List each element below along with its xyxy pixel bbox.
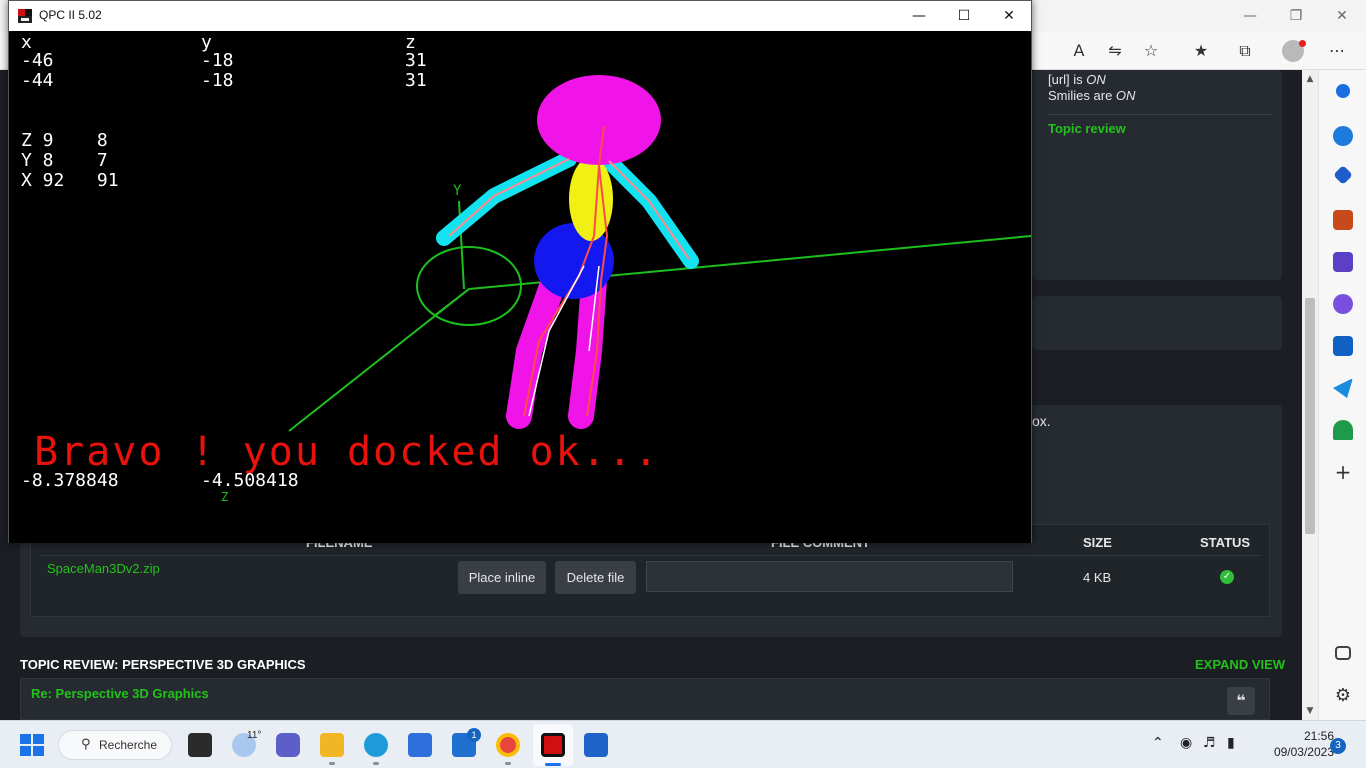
qpc-titlebar[interactable]: QPC II 5.02 — ☐ ✕: [9, 1, 1031, 31]
file-explorer-icon[interactable]: [320, 733, 344, 757]
scroll-thumb[interactable]: [1305, 298, 1315, 534]
edge-running-indicator: [373, 762, 379, 765]
coord-value-2: -4.508418: [201, 470, 299, 491]
search-icon: ⚲: [81, 737, 91, 752]
quote-button[interactable]: ❝: [1227, 687, 1255, 715]
orbit-spoke: [433, 288, 470, 317]
notification-badge[interactable]: 3: [1330, 738, 1346, 754]
notepad-icon[interactable]: [584, 733, 608, 757]
url-status: [url] is ON: [1048, 72, 1106, 87]
right-arm: [601, 153, 699, 269]
chrome-running-indicator: [505, 762, 511, 765]
task-view-icon[interactable]: [188, 733, 212, 757]
smilies-status: Smilies are ON: [1048, 88, 1136, 103]
send-icon[interactable]: [1333, 378, 1353, 398]
side-panel: [1032, 296, 1282, 350]
table-divider: [39, 555, 1261, 556]
clock-time[interactable]: 21:56: [1290, 729, 1334, 743]
review-post: Re: Perspective 3D Graphics ❝: [20, 678, 1270, 720]
store-icon[interactable]: [408, 733, 432, 757]
shopping-tag-icon[interactable]: [1333, 165, 1353, 185]
attachment-filename-link[interactable]: SpaceMan3Dv2.zip: [47, 561, 160, 576]
tools-icon[interactable]: [1333, 210, 1353, 230]
browser-restore-button[interactable]: ❐: [1286, 6, 1306, 26]
file-size: 4 KB: [1083, 570, 1112, 585]
file-comment-input[interactable]: [646, 561, 1013, 592]
edge-icon[interactable]: [364, 733, 388, 757]
more-menu-icon[interactable]: ⋯: [1326, 40, 1348, 62]
status-check-icon: ✓: [1220, 570, 1234, 584]
collections-icon[interactable]: ⧉: [1234, 40, 1256, 62]
page-scrollbar[interactable]: ▲ ▼: [1302, 70, 1318, 720]
edge-sidebar: + ⚙: [1318, 70, 1366, 720]
qpc-active-indicator: [545, 763, 561, 766]
browser-minimize-button[interactable]: —: [1240, 6, 1260, 26]
volume-icon[interactable]: ♬: [1203, 735, 1216, 751]
battery-icon[interactable]: ▮: [1227, 735, 1235, 751]
qpc-app-icon: [541, 733, 565, 757]
browser-close-button[interactable]: ✕: [1332, 6, 1352, 26]
qpc-screen[interactable]: x y z -46 -18 31 -44 -18 31 Z 9 8 Y 8 7 …: [9, 31, 1031, 543]
hide-sidebar-icon[interactable]: [1335, 646, 1351, 660]
tray-chevron-icon[interactable]: ⌃: [1152, 735, 1164, 751]
left-arm: [436, 151, 577, 246]
microsoft365-icon[interactable]: [1333, 294, 1353, 314]
qpc-maximize-button[interactable]: ☐: [952, 5, 976, 27]
coord-value-1: -8.378848: [21, 470, 119, 491]
qpc-window: QPC II 5.02 — ☐ ✕ x y z -46 -18 31 -44 -…: [8, 0, 1032, 543]
head: [537, 75, 661, 165]
y-axis-label: Y: [453, 183, 462, 199]
clock-date[interactable]: 09/03/2023: [1262, 745, 1334, 759]
topic-review-heading: TOPIC REVIEW: PERSPECTIVE 3D GRAPHICS: [20, 657, 306, 672]
outlook-icon[interactable]: [1333, 336, 1353, 356]
right-leg: [568, 268, 607, 429]
teams-chat-icon[interactable]: [276, 733, 300, 757]
post-title-link[interactable]: Re: Perspective 3D Graphics: [31, 686, 209, 701]
chrome-icon[interactable]: [496, 733, 520, 757]
qpc-window-title: QPC II 5.02: [39, 8, 102, 22]
docking-message: Bravo ! you docked ok...: [34, 429, 660, 475]
size-header: SIZE: [1083, 535, 1112, 550]
add-favorite-icon[interactable]: ☆: [1140, 40, 1162, 62]
windows-taskbar: ⚲ Recherche 11° 1 ⌃ ◉ ♬ ▮ 21:56 09/03/20…: [0, 720, 1366, 768]
weather-temperature: 11°: [247, 730, 262, 741]
search-icon[interactable]: [1336, 84, 1350, 98]
profile-status-dot: [1299, 40, 1306, 47]
read-aloud-icon[interactable]: A: [1068, 40, 1090, 62]
scroll-up-icon[interactable]: ▲: [1305, 74, 1315, 84]
status-header: STATUS: [1200, 535, 1251, 550]
taskbar-search[interactable]: ⚲ Recherche: [58, 730, 172, 760]
mail-badge: 1: [467, 728, 481, 742]
games-icon[interactable]: [1333, 252, 1353, 272]
explorer-running-indicator: [329, 762, 335, 765]
divider: [1048, 114, 1272, 115]
qpc-close-button[interactable]: ✕: [997, 5, 1021, 27]
tree-icon[interactable]: [1333, 420, 1353, 440]
favorites-icon[interactable]: ★: [1190, 40, 1212, 62]
wifi-icon[interactable]: ◉: [1180, 735, 1192, 751]
panel-text-fragment: ox.: [1032, 413, 1051, 429]
search-label: Recherche: [99, 738, 158, 752]
expand-view-link[interactable]: EXPAND VIEW: [1195, 657, 1285, 672]
posting-options-panel: [url] is ON Smilies are ON Topic review: [1032, 70, 1282, 280]
place-inline-button[interactable]: Place inline: [458, 561, 546, 594]
qpc-logo-icon: [17, 8, 33, 24]
scroll-down-icon[interactable]: ▼: [1305, 706, 1315, 716]
add-icon[interactable]: +: [1333, 462, 1353, 482]
windows-start-icon[interactable]: [20, 734, 44, 756]
bing-chat-icon[interactable]: [1333, 126, 1353, 146]
delete-file-button[interactable]: Delete file: [555, 561, 636, 594]
translate-icon[interactable]: ⇋: [1104, 40, 1126, 62]
qpc-minimize-button[interactable]: —: [907, 5, 931, 27]
topic-review-link[interactable]: Topic review: [1048, 121, 1126, 136]
settings-icon[interactable]: ⚙: [1333, 686, 1353, 706]
